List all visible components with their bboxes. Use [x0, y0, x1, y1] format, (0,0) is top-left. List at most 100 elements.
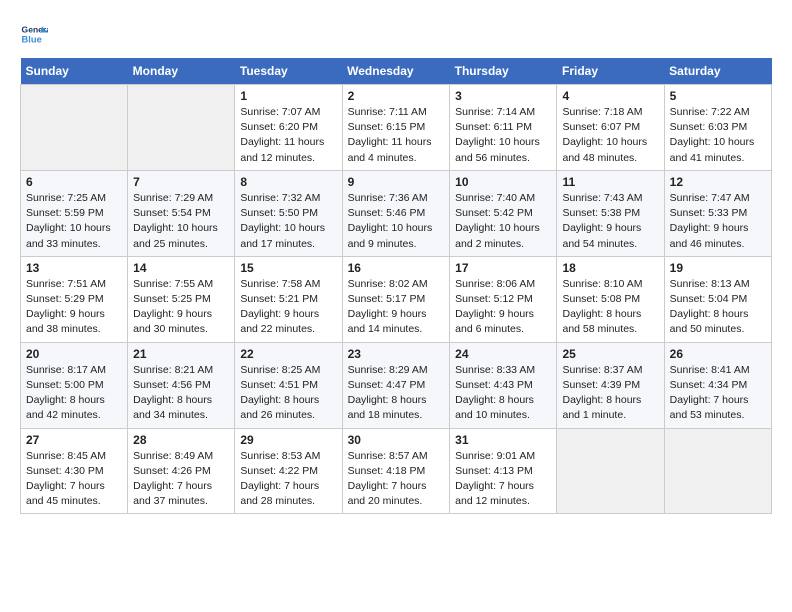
calendar-cell: 11 Sunrise: 7:43 AM Sunset: 5:38 PM Dayli… — [557, 170, 664, 256]
day-info: Sunrise: 8:41 AM Sunset: 4:34 PM Dayligh… — [670, 363, 766, 424]
calendar-cell: 26 Sunrise: 8:41 AM Sunset: 4:34 PM Dayli… — [664, 342, 771, 428]
day-number: 22 — [240, 347, 336, 361]
day-number: 5 — [670, 89, 766, 103]
calendar-cell: 19 Sunrise: 8:13 AM Sunset: 5:04 PM Dayli… — [664, 256, 771, 342]
day-info: Sunrise: 7:32 AM Sunset: 5:50 PM Dayligh… — [240, 191, 336, 252]
day-number: 11 — [562, 175, 658, 189]
day-header-sunday: Sunday — [21, 58, 128, 85]
day-info: Sunrise: 8:45 AM Sunset: 4:30 PM Dayligh… — [26, 449, 122, 510]
calendar-cell: 1 Sunrise: 7:07 AM Sunset: 6:20 PM Daylig… — [235, 85, 342, 171]
day-number: 28 — [133, 433, 229, 447]
calendar-table: SundayMondayTuesdayWednesdayThursdayFrid… — [20, 58, 772, 514]
day-info: Sunrise: 7:58 AM Sunset: 5:21 PM Dayligh… — [240, 277, 336, 338]
day-info: Sunrise: 7:55 AM Sunset: 5:25 PM Dayligh… — [133, 277, 229, 338]
day-number: 30 — [348, 433, 445, 447]
calendar-cell: 15 Sunrise: 7:58 AM Sunset: 5:21 PM Dayli… — [235, 256, 342, 342]
day-info: Sunrise: 8:10 AM Sunset: 5:08 PM Dayligh… — [562, 277, 658, 338]
svg-text:Blue: Blue — [22, 35, 42, 45]
calendar-cell — [21, 85, 128, 171]
day-info: Sunrise: 8:02 AM Sunset: 5:17 PM Dayligh… — [348, 277, 445, 338]
day-info: Sunrise: 8:25 AM Sunset: 4:51 PM Dayligh… — [240, 363, 336, 424]
calendar-cell: 27 Sunrise: 8:45 AM Sunset: 4:30 PM Dayli… — [21, 428, 128, 514]
calendar-cell: 3Sunrise: 7:14 AM Sunset: 6:11 PM Daylig… — [450, 85, 557, 171]
day-header-friday: Friday — [557, 58, 664, 85]
calendar-cell: 24 Sunrise: 8:33 AM Sunset: 4:43 PM Dayli… — [450, 342, 557, 428]
calendar-cell — [664, 428, 771, 514]
day-info: Sunrise: 8:53 AM Sunset: 4:22 PM Dayligh… — [240, 449, 336, 510]
calendar-cell: 8 Sunrise: 7:32 AM Sunset: 5:50 PM Daylig… — [235, 170, 342, 256]
day-info: Sunrise: 8:06 AM Sunset: 5:12 PM Dayligh… — [455, 277, 551, 338]
calendar-cell: 22 Sunrise: 8:25 AM Sunset: 4:51 PM Dayli… — [235, 342, 342, 428]
day-info: Sunrise: 7:36 AM Sunset: 5:46 PM Dayligh… — [348, 191, 445, 252]
day-number: 27 — [26, 433, 122, 447]
week-row-1: 1 Sunrise: 7:07 AM Sunset: 6:20 PM Daylig… — [21, 85, 772, 171]
calendar-cell: 7Sunrise: 7:29 AM Sunset: 5:54 PM Daylig… — [128, 170, 235, 256]
day-number: 8 — [240, 175, 336, 189]
day-header-tuesday: Tuesday — [235, 58, 342, 85]
day-info: Sunrise: 7:18 AM Sunset: 6:07 PM Dayligh… — [562, 105, 658, 166]
day-number: 15 — [240, 261, 336, 275]
day-info: Sunrise: 8:13 AM Sunset: 5:04 PM Dayligh… — [670, 277, 766, 338]
calendar-cell: 25Sunrise: 8:37 AM Sunset: 4:39 PM Dayli… — [557, 342, 664, 428]
calendar-cell: 4 Sunrise: 7:18 AM Sunset: 6:07 PM Daylig… — [557, 85, 664, 171]
calendar-cell: 2Sunrise: 7:11 AM Sunset: 6:15 PM Daylig… — [342, 85, 450, 171]
week-row-3: 13Sunrise: 7:51 AM Sunset: 5:29 PM Dayli… — [21, 256, 772, 342]
day-info: Sunrise: 7:40 AM Sunset: 5:42 PM Dayligh… — [455, 191, 551, 252]
day-info: Sunrise: 8:33 AM Sunset: 4:43 PM Dayligh… — [455, 363, 551, 424]
week-row-4: 20 Sunrise: 8:17 AM Sunset: 5:00 PM Dayli… — [21, 342, 772, 428]
calendar-cell: 28 Sunrise: 8:49 AM Sunset: 4:26 PM Dayli… — [128, 428, 235, 514]
day-info: Sunrise: 8:21 AM Sunset: 4:56 PM Dayligh… — [133, 363, 229, 424]
day-number: 18 — [562, 261, 658, 275]
day-number: 26 — [670, 347, 766, 361]
day-number: 23 — [348, 347, 445, 361]
day-number: 7 — [133, 175, 229, 189]
calendar-header: SundayMondayTuesdayWednesdayThursdayFrid… — [21, 58, 772, 85]
calendar-cell — [128, 85, 235, 171]
day-number: 24 — [455, 347, 551, 361]
day-header-thursday: Thursday — [450, 58, 557, 85]
day-info: Sunrise: 7:51 AM Sunset: 5:29 PM Dayligh… — [26, 277, 122, 338]
day-info: Sunrise: 8:37 AM Sunset: 4:39 PM Dayligh… — [562, 363, 658, 424]
day-number: 12 — [670, 175, 766, 189]
day-info: Sunrise: 8:29 AM Sunset: 4:47 PM Dayligh… — [348, 363, 445, 424]
day-number: 17 — [455, 261, 551, 275]
day-number: 16 — [348, 261, 445, 275]
day-number: 21 — [133, 347, 229, 361]
day-number: 20 — [26, 347, 122, 361]
calendar-cell: 13Sunrise: 7:51 AM Sunset: 5:29 PM Dayli… — [21, 256, 128, 342]
calendar-cell — [557, 428, 664, 514]
day-info: Sunrise: 8:17 AM Sunset: 5:00 PM Dayligh… — [26, 363, 122, 424]
day-number: 1 — [240, 89, 336, 103]
day-info: Sunrise: 8:49 AM Sunset: 4:26 PM Dayligh… — [133, 449, 229, 510]
logo-icon: General Blue — [20, 20, 48, 48]
calendar-cell: 6Sunrise: 7:25 AM Sunset: 5:59 PM Daylig… — [21, 170, 128, 256]
calendar-cell: 17 Sunrise: 8:06 AM Sunset: 5:12 PM Dayli… — [450, 256, 557, 342]
day-number: 31 — [455, 433, 551, 447]
day-number: 6 — [26, 175, 122, 189]
calendar-cell: 20 Sunrise: 8:17 AM Sunset: 5:00 PM Dayli… — [21, 342, 128, 428]
calendar-cell: 29Sunrise: 8:53 AM Sunset: 4:22 PM Dayli… — [235, 428, 342, 514]
day-number: 19 — [670, 261, 766, 275]
day-number: 4 — [562, 89, 658, 103]
logo: General Blue — [20, 20, 48, 48]
calendar-cell: 14 Sunrise: 7:55 AM Sunset: 5:25 PM Dayli… — [128, 256, 235, 342]
day-info: Sunrise: 7:07 AM Sunset: 6:20 PM Dayligh… — [240, 105, 336, 166]
week-row-5: 27 Sunrise: 8:45 AM Sunset: 4:30 PM Dayli… — [21, 428, 772, 514]
calendar-cell: 10Sunrise: 7:40 AM Sunset: 5:42 PM Dayli… — [450, 170, 557, 256]
calendar-cell: 21 Sunrise: 8:21 AM Sunset: 4:56 PM Dayli… — [128, 342, 235, 428]
day-header-monday: Monday — [128, 58, 235, 85]
day-number: 14 — [133, 261, 229, 275]
page-header: General Blue — [20, 20, 772, 48]
day-info: Sunrise: 7:43 AM Sunset: 5:38 PM Dayligh… — [562, 191, 658, 252]
calendar-cell: 30 Sunrise: 8:57 AM Sunset: 4:18 PM Dayli… — [342, 428, 450, 514]
day-number: 3 — [455, 89, 551, 103]
calendar-body: 1 Sunrise: 7:07 AM Sunset: 6:20 PM Daylig… — [21, 85, 772, 514]
calendar-cell: 31Sunrise: 9:01 AM Sunset: 4:13 PM Dayli… — [450, 428, 557, 514]
day-number: 2 — [348, 89, 445, 103]
day-info: Sunrise: 8:57 AM Sunset: 4:18 PM Dayligh… — [348, 449, 445, 510]
calendar-cell: 16 Sunrise: 8:02 AM Sunset: 5:17 PM Dayli… — [342, 256, 450, 342]
day-info: Sunrise: 7:47 AM Sunset: 5:33 PM Dayligh… — [670, 191, 766, 252]
week-row-2: 6Sunrise: 7:25 AM Sunset: 5:59 PM Daylig… — [21, 170, 772, 256]
day-of-week-row: SundayMondayTuesdayWednesdayThursdayFrid… — [21, 58, 772, 85]
calendar-cell: 18 Sunrise: 8:10 AM Sunset: 5:08 PM Dayli… — [557, 256, 664, 342]
